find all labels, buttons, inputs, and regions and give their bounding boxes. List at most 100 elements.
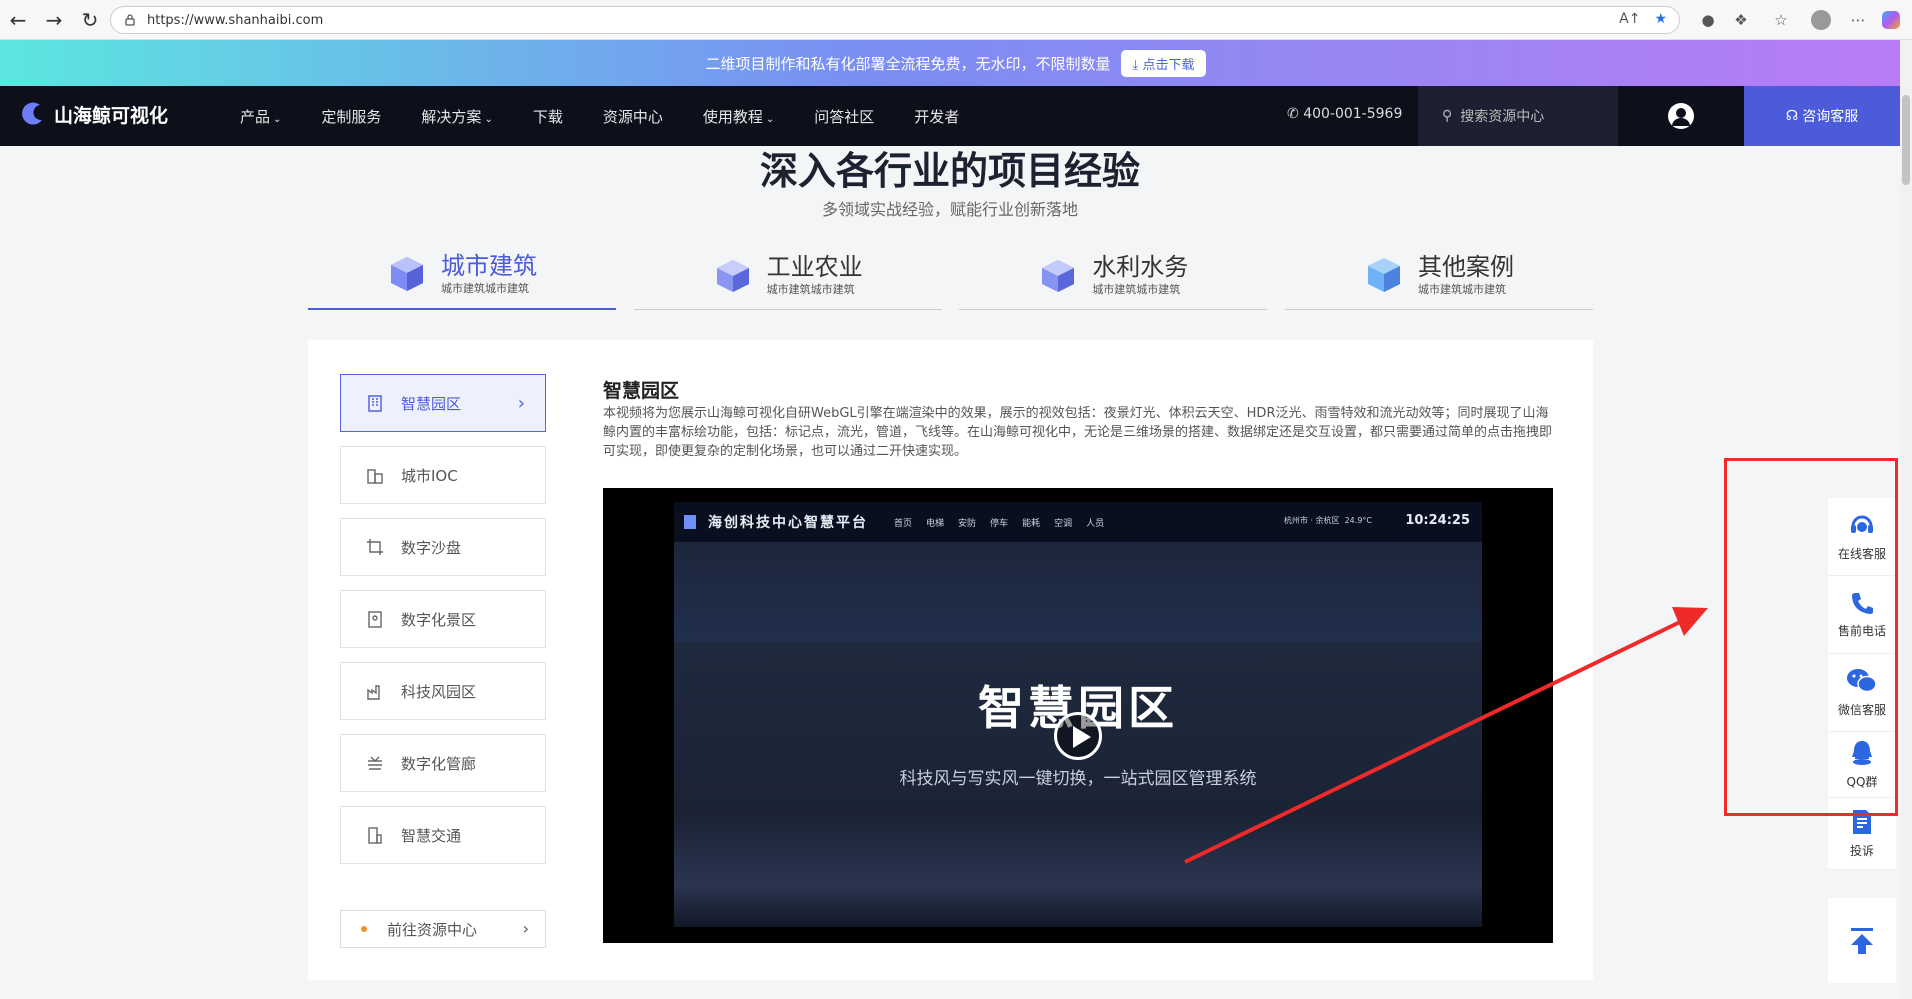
dashboard-menu: 首页 电梯 安防 停车 能耗 空调 人员 [894,516,1104,529]
logo-text: 山海鲸可视化 [54,104,169,127]
goto-label: 前往资源中心 [387,920,478,939]
nav-item-custom[interactable]: 定制服务 [321,106,381,127]
dashboard-menu-item: 首页 [894,518,913,529]
city-icon [367,469,383,484]
search-input[interactable]: ⚲ 搜索资源中心 [1418,86,1618,146]
headset-icon: ☊ [1785,108,1799,124]
temperature-text: 24.9°C [1344,516,1372,525]
chevron-down-icon: ⌄ [484,113,493,125]
case-item-label: 数字化管廊 [401,754,477,773]
case-item-digital-sandbox[interactable]: 数字沙盘 [340,518,546,576]
nav-item-resources[interactable]: 资源中心 [603,106,663,127]
case-video-player[interactable]: 海创科技中心智慧平台 首页 电梯 安防 停车 能耗 空调 人员 杭州市 · 余杭… [603,488,1553,943]
nav-item-download[interactable]: 下载 [533,106,563,127]
video-subtitle: 科技风与写实风一键切换，一站式园区管理系统 [899,769,1257,789]
bullet-dot-icon [361,926,367,932]
back-to-top-button[interactable] [1828,898,1896,983]
case-item-city-ioc[interactable]: 城市IOC [340,446,546,504]
video-frame: 海创科技中心智慧平台 首页 电梯 安防 停车 能耗 空调 人员 杭州市 · 余杭… [674,502,1482,927]
profile-icon[interactable] [1808,7,1834,33]
nav-item-product[interactable]: 产品 ⌄ [240,106,281,127]
tab-title: 工业农业 [766,252,863,281]
dashboard-topbar: 海创科技中心智慧平台 首页 电梯 安防 停车 能耗 空调 人员 杭州市 · 余杭… [674,502,1482,542]
back-icon[interactable]: ← [0,2,36,38]
copilot-icon[interactable] [1878,7,1904,33]
case-item-label: 科技风园区 [401,682,477,701]
arrow-up-icon [1851,927,1873,954]
read-aloud-icon[interactable]: A↑ [1619,11,1640,27]
nav-item-solutions[interactable]: 解决方案 ⌄ [421,106,492,127]
case-item-tech-park[interactable]: 科技风园区 [340,662,546,720]
browser-toolbar: ← → ↻ https://www.shanhaibi.com A↑ ★ ● ❖… [0,0,1912,40]
tab-other-cases[interactable]: 其他案例 城市建筑城市建筑 [1284,240,1593,310]
chevron-down-icon: ⌄ [273,113,282,125]
consult-button[interactable]: ☊ 咨询客服 [1744,86,1900,146]
case-item-digital-pipe[interactable]: 数字化管廊 [340,734,546,792]
dashboard-menu-item: 能耗 [1022,518,1041,529]
reload-icon[interactable]: ↻ [72,2,108,38]
tab-subtitle: 城市建筑城市建筑 [766,282,855,296]
main-nav: 产品 ⌄ 定制服务 解决方案 ⌄ 下载 资源中心 使用教程 ⌄ 问答社区 开发者 [240,86,959,146]
nav-label: 开发者 [914,107,960,126]
phone-icon: ✆ [1287,106,1299,122]
favorite-star-icon[interactable]: ★ [1654,11,1667,27]
tab-subtitle: 城市建筑城市建筑 [441,282,529,295]
play-icon[interactable] [1054,712,1102,760]
nav-label: 解决方案 [421,107,482,126]
nav-item-community[interactable]: 问答社区 [814,106,874,127]
chevron-right-icon: › [522,919,529,938]
dashboard-menu-item: 安防 [958,518,977,529]
search-icon: ⚲ [1442,108,1453,124]
tab-industry-agriculture[interactable]: 工业农业 城市建筑城市建筑 [633,240,942,310]
nav-label: 使用教程 [702,107,763,126]
dashboard-menu-item: 停车 [990,518,1009,529]
goto-resource-center-button[interactable]: 前往资源中心 › [340,910,546,948]
traffic-icon [368,827,382,844]
page-scrollbar-thumb[interactable] [1902,95,1910,185]
case-description: 本视频将为您展示山海鲸可视化自研WebGL引擎在端渲染中的效果，展示的视效包括：… [603,406,1553,459]
tab-subtitle: 城市建筑城市建筑 [1417,282,1506,296]
more-icon[interactable]: ⋯ [1845,7,1871,33]
forward-icon[interactable]: → [36,2,72,38]
address-bar[interactable]: https://www.shanhaibi.com A↑ ★ [110,6,1680,34]
pipe-gallery-icon [368,756,382,770]
dashboard-menu-item: 空调 [1054,518,1073,529]
download-label: 点击下载 [1142,57,1195,73]
extension-icon[interactable]: ● [1695,7,1721,33]
factory-cube-icon [716,259,749,292]
case-item-smart-park[interactable]: 智慧园区 › [340,374,546,432]
case-item-digital-scenic[interactable]: 数字化景区 [340,590,546,648]
nav-label: 定制服务 [321,107,382,126]
tab-title: 水利水务 [1092,252,1189,281]
promo-banner: 二维项目制作和私有化部署全流程免费，无水印，不限制数量 ⤓ 点击下载 [0,40,1912,86]
promo-text: 二维项目制作和私有化部署全流程免费，无水印，不限制数量 [705,54,1111,73]
nav-item-tutorials[interactable]: 使用教程 ⌄ [703,106,774,127]
chevron-right-icon: › [517,393,525,414]
category-tabs: 城市建筑 城市建筑城市建筑 工业农业 城市建筑城市建筑 水利水务 城市建筑城市建筑 其… [308,240,1593,310]
case-title: 智慧园区 [603,380,680,402]
phone-number[interactable]: ✆ 400-001-5969 [1287,106,1402,122]
nav-label: 问答社区 [814,107,875,126]
search-placeholder: 搜索资源中心 [1460,109,1545,125]
nav-label: 资源中心 [602,107,663,126]
extensions-puzzle-icon[interactable]: ❖ [1728,7,1754,33]
cubes-icon [1367,257,1400,292]
nav-item-developer[interactable]: 开发者 [914,106,959,127]
tab-city-building[interactable]: 城市建筑 城市建筑城市建筑 [308,240,616,310]
dashboard-clock: 10:24:25 [1405,513,1470,528]
download-button[interactable]: ⤓ 点击下载 [1120,49,1207,77]
user-avatar-icon[interactable] [1668,103,1694,129]
logo-icon [22,102,42,125]
tab-water[interactable]: 水利水务 城市建筑城市建筑 [959,240,1268,310]
logo[interactable]: 山海鲸可视化 [18,100,168,128]
case-item-label: 智慧交通 [401,826,462,845]
scenic-icon [368,611,382,628]
dashboard-menu-item: 电梯 [926,518,945,529]
case-card: 智慧园区 › 城市IOC 数字沙盘 数字化景区 科技风园区 数字化管廊 智慧交通 [308,340,1593,980]
favorites-icon[interactable]: ☆ [1768,7,1794,33]
chevron-down-icon: ⌄ [765,113,775,125]
phone-text: 400-001-5969 [1303,106,1403,122]
case-item-label: 数字沙盘 [401,538,462,557]
case-item-smart-traffic[interactable]: 智慧交通 [340,806,546,864]
location-text: 杭州市 · 余杭区 [1283,516,1340,525]
